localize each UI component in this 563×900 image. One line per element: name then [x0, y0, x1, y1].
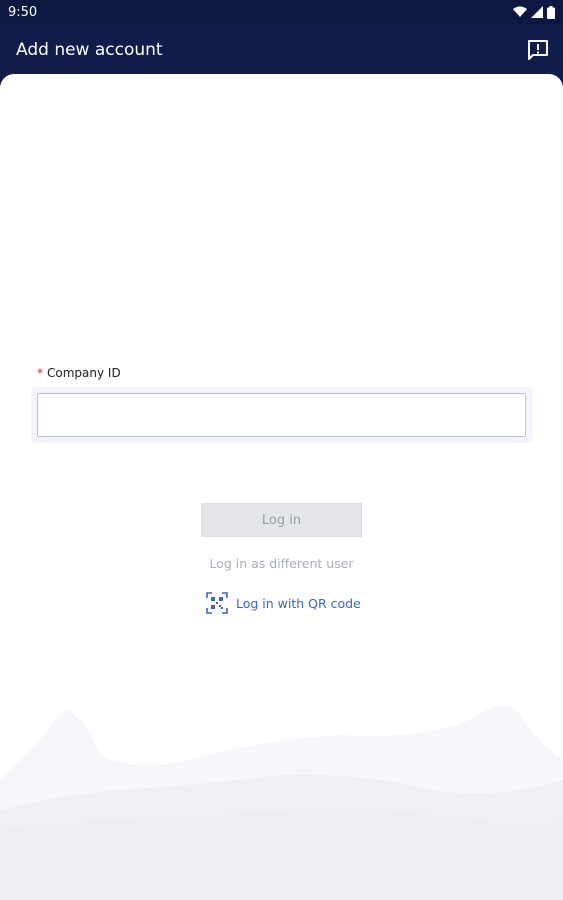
status-icons: [513, 5, 555, 19]
qr-code-scan-icon: [206, 592, 228, 614]
feedback-button[interactable]: [525, 37, 551, 63]
company-id-field-wrapper: [31, 387, 533, 443]
mountain-background: [0, 706, 563, 900]
qr-link-label: Log in with QR code: [236, 595, 361, 611]
login-card: * Company ID Log in Log in as different u…: [0, 74, 563, 900]
status-bar: 9:50: [0, 0, 563, 24]
cellular-icon: [531, 6, 543, 18]
login-qr-code-link[interactable]: Log in with QR code: [206, 592, 361, 614]
feedback-icon: [528, 40, 548, 60]
wifi-icon: [513, 6, 527, 17]
app-bar: Add new account: [0, 24, 563, 76]
required-marker: *: [37, 366, 43, 380]
company-id-label: * Company ID: [37, 366, 121, 380]
company-id-label-text: Company ID: [47, 366, 121, 380]
status-time: 9:50: [8, 4, 38, 20]
company-id-input[interactable]: [37, 393, 526, 437]
login-different-user-link[interactable]: Log in as different user: [0, 556, 563, 571]
login-button[interactable]: Log in: [201, 503, 362, 537]
battery-icon: [547, 5, 555, 19]
page-title: Add new account: [16, 40, 163, 60]
